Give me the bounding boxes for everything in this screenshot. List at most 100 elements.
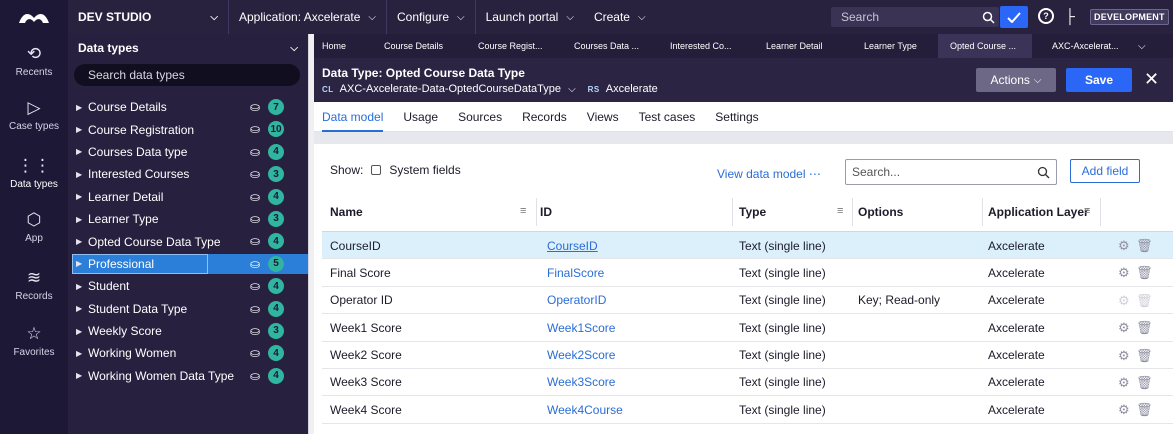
gear-icon[interactable]: ⚙ (1118, 320, 1130, 336)
trash-icon[interactable]: 🗑 (1136, 238, 1153, 254)
system-fields-label[interactable]: System fields (389, 163, 460, 177)
trash-icon[interactable]: 🗑 (1136, 348, 1153, 364)
trash-icon[interactable]: 🗑 (1136, 265, 1153, 281)
database-icon: ⛀ (250, 368, 261, 383)
tab-course-registration[interactable]: Course Regist... (456, 34, 552, 58)
save-button[interactable]: Save (1066, 68, 1132, 92)
list-item[interactable]: ▶ Interested Courses ⛀ 3 (68, 163, 308, 185)
gear-icon: ⚙ (1118, 292, 1130, 308)
tab-settings[interactable]: Settings (715, 102, 758, 132)
table-row[interactable]: Week3 Score Week3Score Text (single line… (322, 369, 1173, 397)
gear-icon[interactable]: ⚙ (1118, 375, 1130, 391)
cell-id-link[interactable]: Week4Course (547, 396, 623, 423)
search-submit-button[interactable] (1000, 6, 1028, 28)
field-search-input[interactable]: Search... (845, 159, 1057, 185)
filter-icon[interactable]: ≡ (520, 205, 526, 217)
column-resizer[interactable] (982, 198, 983, 226)
pega-logo[interactable] (0, 0, 68, 34)
list-item[interactable]: ▶ Student Data Type ⛀ 4 (68, 298, 308, 320)
launch-portal-menu[interactable]: Launch portal ⌵ (476, 0, 584, 34)
tab-courses-data-type[interactable]: Courses Data ... (552, 34, 650, 58)
column-header-type[interactable]: Type (739, 192, 766, 232)
cell-layer: Axcelerate (988, 402, 1045, 417)
rail-item-app[interactable]: ⬡ App (0, 210, 68, 244)
create-menu[interactable]: Create ⌵ (584, 0, 656, 34)
data-types-search-input[interactable]: Search data types (74, 64, 300, 86)
filter-icon[interactable]: ≡ (837, 205, 843, 217)
tab-usage[interactable]: Usage (403, 102, 438, 132)
application-menu[interactable]: Application: Axcelerate ⌵ (229, 0, 386, 34)
tab-sources[interactable]: Sources (458, 102, 502, 132)
list-item[interactable]: ▶ Opted Course Data Type ⛀ 4 (68, 230, 308, 252)
class-name-menu[interactable]: AXC-Axcelerate-Data-OptedCourseDataType … (340, 83, 576, 95)
tab-test-cases[interactable]: Test cases (639, 102, 696, 132)
list-item[interactable]: ▶ Course Details ⛀ 7 (68, 96, 308, 118)
table-row[interactable]: Week4 Score Week4Course Text (single lin… (322, 396, 1173, 424)
gear-icon[interactable]: ⚙ (1118, 265, 1130, 281)
cell-id-link[interactable]: Week2Score (547, 342, 615, 369)
close-icon[interactable]: ✕ (1144, 68, 1159, 90)
tab-opted-course[interactable]: Opted Course ... (938, 34, 1032, 58)
table-row[interactable]: CourseID CourseID Text (single line) Axc… (322, 232, 1173, 260)
trash-icon[interactable]: 🗑 (1136, 402, 1153, 418)
table-row[interactable]: Week1 Score Week1Score Text (single line… (322, 314, 1173, 342)
add-field-button[interactable]: Add field (1070, 159, 1140, 183)
rail-item-data-types[interactable]: ⋮⋮ Data types (0, 156, 68, 190)
cell-id-link[interactable]: Week1Score (547, 314, 615, 341)
table-row[interactable]: Final Score FinalScore Text (single line… (322, 259, 1173, 287)
column-resizer[interactable] (732, 198, 733, 226)
rail-item-favorites[interactable]: ☆ Favorites (0, 324, 68, 358)
panel-header[interactable]: Data types ⌵ (68, 34, 308, 62)
view-data-model-link[interactable]: View data model ⋯ (717, 167, 821, 181)
cell-id-link[interactable]: OperatorID (547, 287, 606, 314)
configure-menu[interactable]: Configure ⌵ (387, 0, 475, 34)
column-resizer[interactable] (852, 198, 853, 226)
column-header-application-layer[interactable]: Application Layer (988, 192, 1089, 232)
global-search-input[interactable]: Search (831, 7, 999, 27)
gear-icon[interactable]: ⚙ (1118, 402, 1130, 418)
column-header-id[interactable]: ID (540, 192, 552, 232)
list-item[interactable]: ▶ Course Registration ⛀ 10 (68, 118, 308, 140)
list-item[interactable]: ▶ Working Women Data Type ⛀ 4 (68, 365, 308, 387)
column-header-name[interactable]: Name (330, 192, 363, 232)
system-fields-checkbox[interactable] (371, 165, 382, 175)
list-item[interactable]: ▶ Learner Type ⛀ 3 (68, 208, 308, 230)
list-item[interactable]: ▶ Learner Detail ⛀ 4 (68, 186, 308, 208)
table-row[interactable]: Operator ID OperatorID Text (single line… (322, 287, 1173, 315)
actions-button[interactable]: Actions ⌵ (976, 68, 1056, 92)
filter-icon[interactable]: ≡ (1084, 205, 1090, 217)
list-item-selected[interactable]: ▶ Professional ⛀ 5 (68, 253, 308, 275)
list-item[interactable]: ▶ Working Women ⛀ 4 (68, 342, 308, 364)
list-item[interactable]: ▶ Weekly Score ⛀ 3 (68, 320, 308, 342)
tab-data-model[interactable]: Data model (322, 102, 384, 132)
tab-records[interactable]: Records (522, 102, 567, 132)
help-icon[interactable]: ? (1038, 8, 1054, 24)
tab-views[interactable]: Views (587, 102, 619, 132)
cell-id-link[interactable]: CourseID (547, 232, 598, 259)
caret-right-icon: ▶ (76, 304, 83, 314)
tab-course-details[interactable]: Course Details (366, 34, 456, 58)
gear-icon[interactable]: ⚙ (1118, 348, 1130, 364)
rail-item-case-types[interactable]: ▷ Case types (0, 98, 68, 132)
trash-icon[interactable]: 🗑 (1136, 375, 1153, 391)
cell-id-link[interactable]: Week3Score (547, 369, 615, 396)
column-resizer[interactable] (536, 198, 537, 226)
column-header-options[interactable]: Options (858, 192, 903, 232)
chevron-down-icon[interactable]: ⌵ (1138, 41, 1146, 52)
tab-home[interactable]: Home (314, 34, 366, 58)
list-item[interactable]: ▶ Courses Data type ⛀ 4 (68, 141, 308, 163)
tab-axc-axcelerate[interactable]: AXC-Axcelerat... (1032, 34, 1132, 58)
rail-item-recents[interactable]: ⟲ Recents (0, 44, 68, 78)
tab-learner-type[interactable]: Learner Type (842, 34, 938, 58)
studio-switcher[interactable]: DEV STUDIO ⌵ (68, 0, 228, 34)
rail-item-records[interactable]: ≋ Records (0, 268, 68, 302)
column-resizer[interactable] (1100, 198, 1101, 226)
trash-icon[interactable]: 🗑 (1136, 320, 1153, 336)
list-item[interactable]: ▶ Student ⛀ 4 (68, 275, 308, 297)
gear-icon[interactable]: ⚙ (1118, 238, 1130, 254)
tree-menu-icon[interactable]: ├ (1065, 8, 1075, 24)
tab-interested-courses[interactable]: Interested Co... (650, 34, 746, 58)
cell-id-link[interactable]: FinalScore (547, 259, 604, 286)
table-row[interactable]: Week2 Score Week2Score Text (single line… (322, 342, 1173, 369)
tab-learner-detail[interactable]: Learner Detail (746, 34, 842, 58)
